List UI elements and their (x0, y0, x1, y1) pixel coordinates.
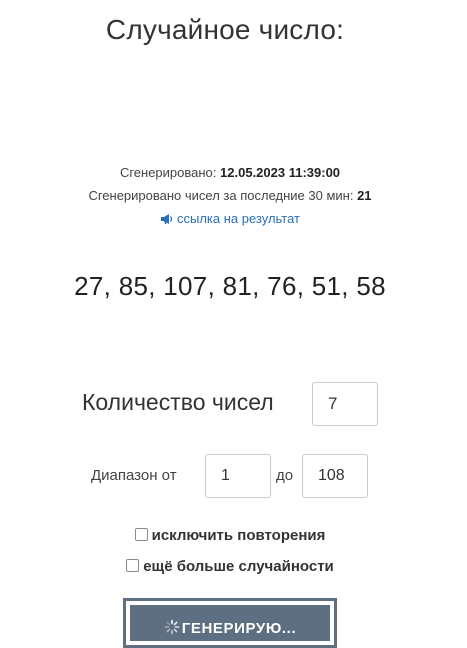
generate-button-label: ГЕНЕРИРУЮ... (181, 620, 297, 637)
exclude-repeats-label[interactable]: исключить повторения (152, 527, 326, 544)
result-link[interactable]: ссылка на результат (0, 211, 460, 226)
generated-timestamp: 12.05.2023 11:39:00 (220, 165, 341, 180)
megaphone-icon (160, 214, 173, 224)
generated-timestamp-line: Сгенерировано: 12.05.2023 11:39:00 (0, 165, 460, 180)
spinner-icon (164, 619, 180, 635)
count-input[interactable] (312, 382, 378, 426)
more-random-label[interactable]: ещё больше случайности (143, 558, 334, 575)
more-random-option[interactable]: ещё больше случайности (0, 558, 460, 575)
random-numbers-result: 27, 85, 107, 81, 76, 51, 58 (74, 271, 386, 301)
range-from-label: Диапазон от (91, 467, 177, 484)
generated-count-line: Сгенерировано чисел за последние 30 мин:… (0, 188, 460, 203)
count-label: Количество чисел (82, 389, 274, 415)
more-random-checkbox[interactable] (126, 559, 140, 572)
exclude-repeats-checkbox[interactable] (134, 528, 148, 541)
generated-count-label: Сгенерировано чисел за последние 30 мин: (88, 188, 354, 203)
generate-button-frame: ГЕНЕРИРУЮ... (123, 598, 337, 648)
generate-button[interactable]: ГЕНЕРИРУЮ... (130, 605, 330, 641)
range-from-input[interactable] (205, 454, 271, 498)
result-link-label: ссылка на результат (176, 211, 301, 226)
generated-count-value: 21 (357, 188, 372, 203)
range-to-label: до (276, 467, 294, 484)
range-to-input[interactable] (302, 454, 368, 498)
exclude-repeats-option[interactable]: исключить повторения (0, 527, 460, 544)
page-title: Случайное число: (105, 14, 345, 45)
generated-label: Сгенерировано: (119, 165, 217, 180)
